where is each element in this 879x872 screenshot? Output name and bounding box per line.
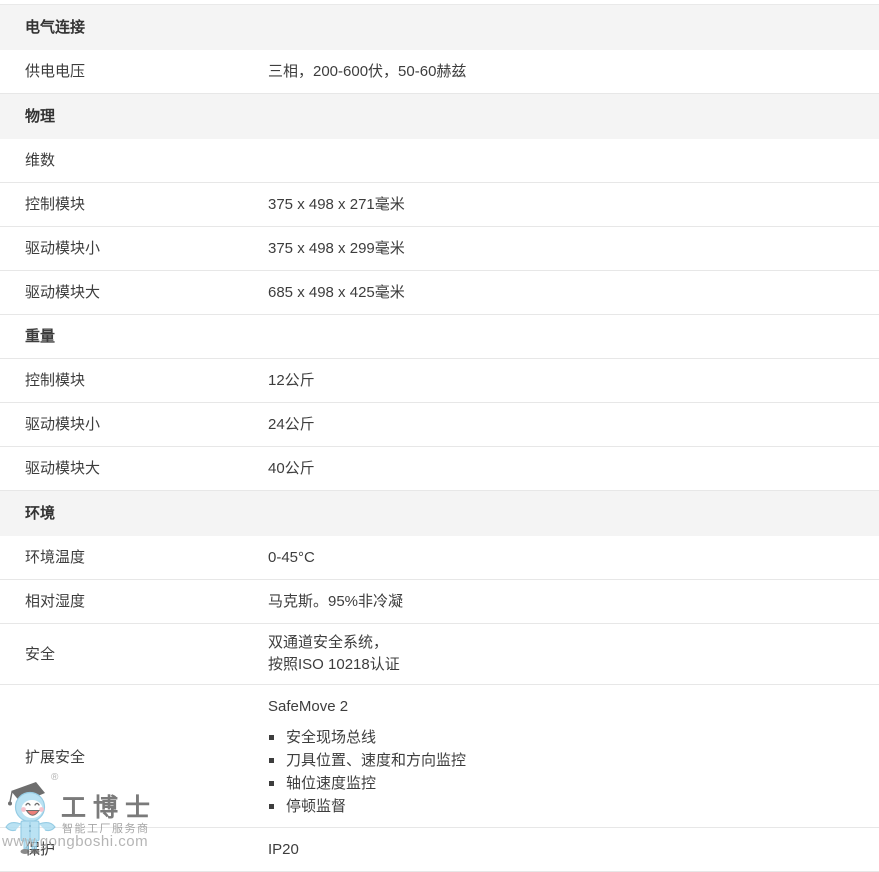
spec-value: 24公斤	[268, 415, 879, 434]
spec-value: 双通道安全系统， 按照ISO 10218认证	[268, 632, 879, 676]
section-header-physical: 物理	[0, 94, 879, 139]
spec-value: 685 x 498 x 425毫米	[268, 283, 879, 302]
spec-label: 重量	[0, 327, 268, 346]
section-header-electrical: 电气连接	[0, 4, 879, 50]
bullet-item: 刀具位置、速度和方向监控	[268, 749, 879, 772]
row-dimensions-subheader: 维数	[0, 139, 879, 183]
row-weight-subheader: 重量	[0, 315, 879, 359]
spec-value-line: 按照ISO 10218认证	[268, 654, 879, 676]
spec-value: 40公斤	[268, 459, 879, 478]
row-control-module-dimensions: 控制模块 375 x 498 x 271毫米	[0, 183, 879, 227]
spec-value: SafeMove 2 安全现场总线 刀具位置、速度和方向监控 轴位速度监控 停顿…	[268, 696, 879, 818]
section-header-environment: 环境	[0, 491, 879, 536]
row-supply-voltage: 供电电压 三相，200-600伏，50-60赫兹	[0, 50, 879, 94]
spec-value: 375 x 498 x 299毫米	[268, 239, 879, 258]
row-control-module-weight: 控制模块 12公斤	[0, 359, 879, 403]
spec-value: 马克斯。95%非冷凝	[268, 592, 879, 611]
row-safety: 安全 双通道安全系统， 按照ISO 10218认证	[0, 624, 879, 685]
row-extended-safety: 扩展安全 SafeMove 2 安全现场总线 刀具位置、速度和方向监控 轴位速度…	[0, 685, 879, 828]
spec-label: 相对湿度	[0, 592, 268, 611]
spec-label: 保护	[0, 840, 268, 859]
bullet-item: 安全现场总线	[268, 726, 879, 749]
row-protection: 保护 IP20	[0, 828, 879, 872]
bullet-list: 安全现场总线 刀具位置、速度和方向监控 轴位速度监控 停顿监督	[268, 726, 879, 818]
spec-value: 0-45°C	[268, 548, 879, 567]
spec-value: 三相，200-600伏，50-60赫兹	[268, 62, 879, 81]
spec-label: 维数	[0, 151, 268, 170]
spec-label: 安全	[0, 645, 268, 664]
row-relative-humidity: 相对湿度 马克斯。95%非冷凝	[0, 580, 879, 624]
spec-label: 驱动模块大	[0, 459, 268, 478]
spec-value: 375 x 498 x 271毫米	[268, 195, 879, 214]
spec-value-line: SafeMove 2	[268, 696, 879, 717]
row-drive-module-small-dimensions: 驱动模块小 375 x 498 x 299毫米	[0, 227, 879, 271]
spec-value-line: 双通道安全系统，	[268, 632, 879, 654]
bullet-item: 停顿监督	[268, 795, 879, 818]
spec-label: 供电电压	[0, 62, 268, 81]
row-drive-module-large-weight: 驱动模块大 40公斤	[0, 447, 879, 491]
spec-label: 驱动模块小	[0, 239, 268, 258]
spec-label: 驱动模块小	[0, 415, 268, 434]
row-drive-module-large-dimensions: 驱动模块大 685 x 498 x 425毫米	[0, 271, 879, 315]
bullet-item: 轴位速度监控	[268, 772, 879, 795]
spec-label: 驱动模块大	[0, 283, 268, 302]
spec-label: 环境温度	[0, 548, 268, 567]
spec-value: 12公斤	[268, 371, 879, 390]
spec-label: 扩展安全	[0, 748, 268, 767]
row-drive-module-small-weight: 驱动模块小 24公斤	[0, 403, 879, 447]
row-ambient-temperature: 环境温度 0-45°C	[0, 536, 879, 580]
spec-label: 控制模块	[0, 371, 268, 390]
spec-value: IP20	[268, 840, 879, 859]
spec-label: 控制模块	[0, 195, 268, 214]
spec-table: 电气连接 供电电压 三相，200-600伏，50-60赫兹 物理 维数 控制模块…	[0, 0, 879, 872]
